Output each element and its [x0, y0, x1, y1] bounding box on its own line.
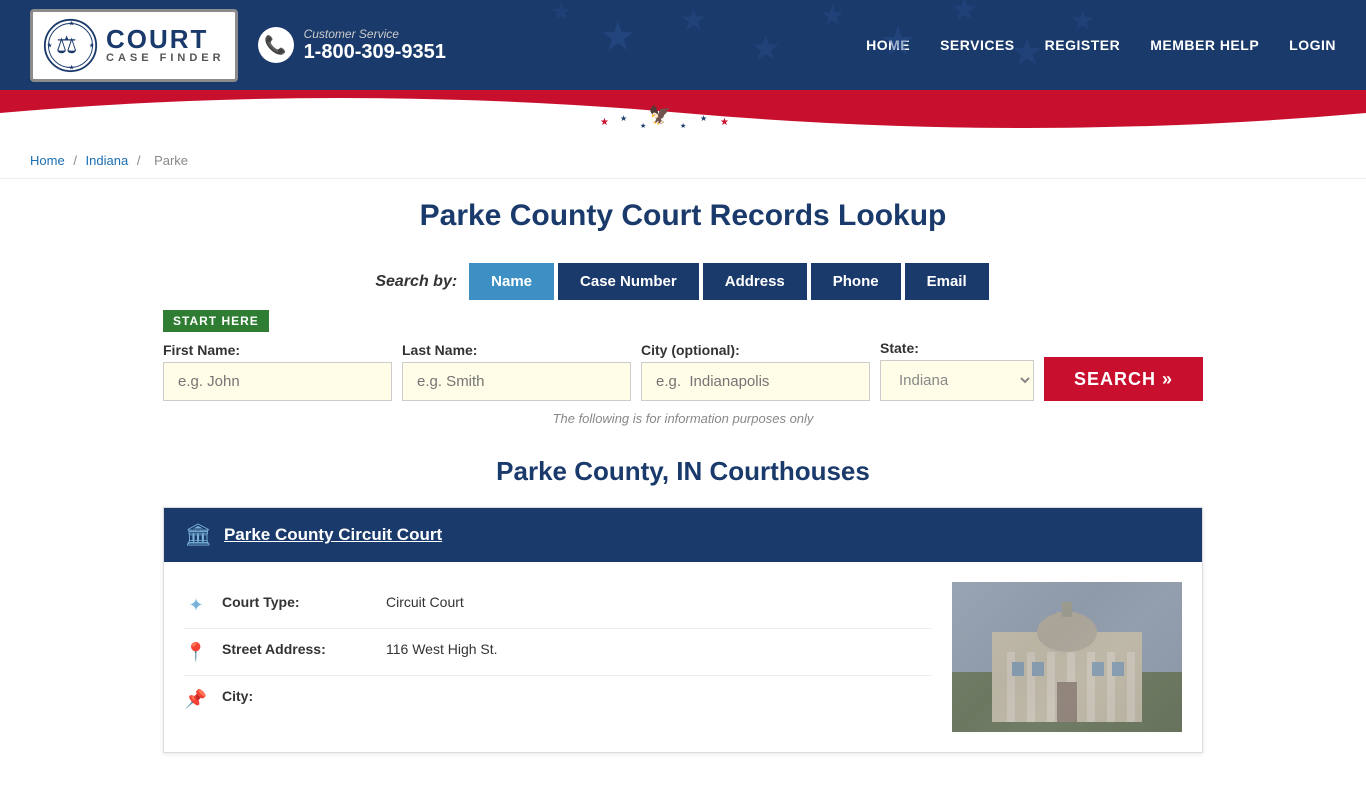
state-select[interactable]: Indiana Alabama Alaska Arizona Arkansas … — [880, 360, 1034, 401]
breadcrumb-parke: Parke — [154, 153, 188, 168]
nav-login[interactable]: LOGIN — [1289, 37, 1336, 53]
last-name-group: Last Name: — [402, 342, 631, 401]
first-name-label: First Name: — [163, 342, 392, 358]
svg-text:★: ★ — [680, 4, 707, 37]
wave-section: 🦅 ★ ★ ★ ★ ★ ★ — [0, 98, 1366, 143]
nav-register[interactable]: REGISTER — [1045, 37, 1121, 53]
tab-name[interactable]: Name — [469, 263, 554, 300]
nav-home[interactable]: HOME — [866, 37, 910, 53]
main-content: Parke County Court Records Lookup Search… — [133, 179, 1233, 793]
courthouse-icon: 🏛 — [184, 522, 212, 548]
city-input[interactable] — [641, 362, 870, 401]
city-label: City (optional): — [641, 342, 870, 358]
last-name-label: Last Name: — [402, 342, 631, 358]
courthouse-card: 🏛 Parke County Circuit Court ✦ Court Typ… — [163, 507, 1203, 753]
start-here-badge: START HERE — [163, 310, 269, 332]
search-by-row: Search by: Name Case Number Address Phon… — [163, 263, 1203, 300]
svg-text:★: ★ — [950, 0, 979, 27]
search-form-row: First Name: Last Name: City (optional): … — [163, 340, 1203, 401]
svg-text:★: ★ — [47, 42, 53, 49]
courthouse-details: ✦ Court Type: Circuit Court 📍 Street Add… — [184, 582, 932, 732]
search-form-section: START HERE First Name: Last Name: City (… — [163, 310, 1203, 401]
first-name-input[interactable] — [163, 362, 392, 401]
tab-email[interactable]: Email — [905, 263, 989, 300]
last-name-input[interactable] — [402, 362, 631, 401]
red-bar — [0, 90, 1366, 98]
breadcrumb-indiana[interactable]: Indiana — [86, 153, 129, 168]
svg-text:★: ★ — [750, 29, 781, 68]
state-label: State: — [880, 340, 1034, 356]
court-type-value: Circuit Court — [386, 594, 464, 610]
breadcrumb-sep1: / — [73, 153, 80, 168]
first-name-group: First Name: — [163, 342, 392, 401]
customer-service: 📞 Customer Service 1-800-309-9351 — [258, 27, 446, 64]
city-group: City (optional): — [641, 342, 870, 401]
address-icon: 📍 — [184, 642, 208, 663]
info-note: The following is for information purpose… — [163, 411, 1203, 426]
svg-text:★: ★ — [720, 117, 729, 128]
cs-text: Customer Service 1-800-309-9351 — [304, 27, 446, 64]
city-row: 📌 City: — [184, 676, 932, 722]
address-value: 116 West High St. — [386, 641, 498, 657]
svg-text:★: ★ — [600, 117, 609, 128]
city-icon: 📌 — [184, 689, 208, 710]
svg-text:★: ★ — [1070, 5, 1095, 36]
phone-icon: 📞 — [258, 27, 294, 63]
courthouse-header: 🏛 Parke County Circuit Court — [164, 508, 1202, 562]
main-nav: HOME SERVICES REGISTER MEMBER HELP LOGIN — [866, 37, 1336, 53]
svg-text:⚖: ⚖ — [56, 31, 77, 58]
address-row: 📍 Street Address: 116 West High St. — [184, 629, 932, 676]
courthouse-body: ✦ Court Type: Circuit Court 📍 Street Add… — [164, 562, 1202, 752]
tab-case-number[interactable]: Case Number — [558, 263, 699, 300]
courthouse-building-svg — [952, 582, 1182, 732]
site-logo[interactable]: ★ ★ ★ ★ ⚖ COURT CASE FINDER — [30, 9, 238, 82]
courthouse-name-link[interactable]: Parke County Circuit Court — [224, 525, 442, 545]
search-button[interactable]: SEARCH » — [1044, 357, 1203, 401]
breadcrumb-sep2: / — [137, 153, 144, 168]
nav-member-help[interactable]: MEMBER HELP — [1150, 37, 1259, 53]
tab-phone[interactable]: Phone — [811, 263, 901, 300]
court-type-label: Court Type: — [222, 594, 372, 610]
nav-services[interactable]: SERVICES — [940, 37, 1015, 53]
courthouses-title: Parke County, IN Courthouses — [163, 456, 1203, 487]
svg-text:★: ★ — [700, 114, 707, 123]
site-header: ★ ★ ★ ★ ★ ★ ★ ★ ★ ★ ★ ★ ★ ⚖ — [0, 0, 1366, 90]
breadcrumb-home[interactable]: Home — [30, 153, 65, 168]
tab-address[interactable]: Address — [703, 263, 807, 300]
svg-text:★: ★ — [620, 114, 627, 123]
wave-svg: 🦅 ★ ★ ★ ★ ★ ★ — [0, 98, 1366, 143]
header-left: ★ ★ ★ ★ ⚖ COURT CASE FINDER 📞 Customer S… — [30, 9, 446, 82]
page-title: Parke County Court Records Lookup — [163, 199, 1203, 233]
svg-text:★: ★ — [680, 122, 686, 130]
svg-text:★: ★ — [820, 0, 845, 31]
logo-text: COURT CASE FINDER — [106, 26, 225, 64]
courthouse-image — [952, 582, 1182, 732]
svg-text:★: ★ — [550, 0, 572, 26]
court-type-icon: ✦ — [184, 595, 208, 616]
svg-text:★: ★ — [89, 42, 95, 49]
svg-text:★: ★ — [640, 122, 646, 130]
svg-text:🦅: 🦅 — [649, 104, 671, 125]
logo-emblem-icon: ★ ★ ★ ★ ⚖ — [43, 18, 98, 73]
breadcrumb: Home / Indiana / Parke — [0, 143, 1366, 179]
address-label: Street Address: — [222, 641, 372, 657]
courthouse-image-placeholder — [952, 582, 1182, 732]
state-group: State: Indiana Alabama Alaska Arizona Ar… — [880, 340, 1034, 401]
city-detail-label: City: — [222, 688, 372, 704]
svg-text:★: ★ — [600, 15, 636, 59]
svg-text:★: ★ — [69, 64, 75, 71]
court-type-row: ✦ Court Type: Circuit Court — [184, 582, 932, 629]
search-by-label: Search by: — [375, 273, 457, 291]
svg-text:★: ★ — [69, 20, 75, 27]
